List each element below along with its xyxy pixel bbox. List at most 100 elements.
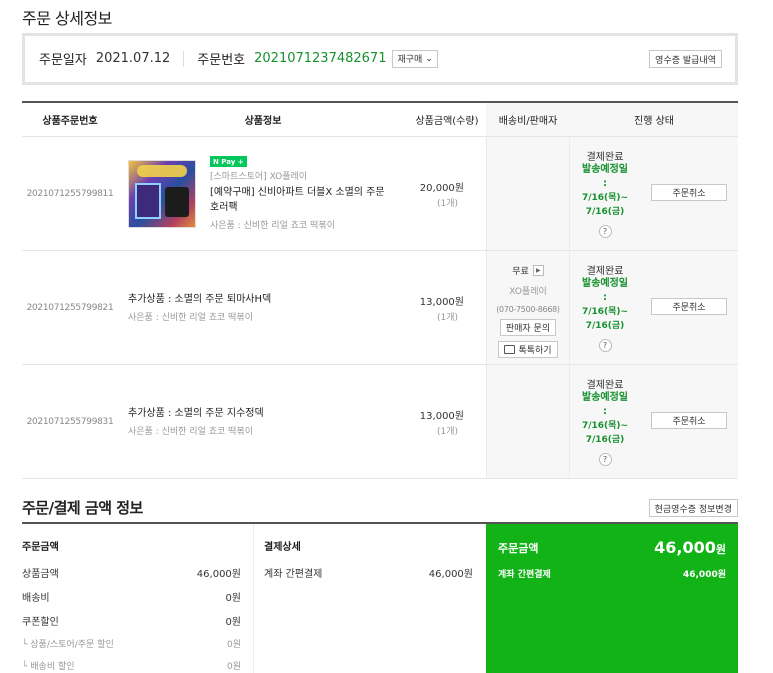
chevron-down-icon: ⌄	[425, 53, 433, 64]
price: 20,000원	[419, 182, 464, 194]
seller-inquiry-button[interactable]: 판매자 문의	[499, 319, 557, 336]
status-text: 결제완료	[586, 152, 624, 163]
shipping-cell	[486, 365, 570, 478]
payment-method-row: 계좌 간편결제 46,000원	[264, 565, 473, 580]
total-amount-unit: 원	[715, 543, 726, 556]
help-icon[interactable]: ?	[598, 453, 612, 466]
gift-info: 사은품 : 신비한 리얼 쵸코 떡볶이	[128, 313, 253, 323]
price-cell: 13,000원 (1개)	[408, 251, 486, 364]
cancel-order-button[interactable]: 주문취소	[651, 298, 727, 315]
chat-icon	[504, 345, 516, 354]
npay-badge: N Pay +	[210, 156, 247, 167]
amount-label: 배송비	[22, 593, 50, 604]
product-info: 추가상품 : 소멸의 주문 퇴마사H덱 사은품 : 신비한 리얼 쵸코 떡볶이	[118, 251, 408, 364]
order-number-label: 주문번호	[197, 53, 246, 68]
order-date-label: 주문일자	[39, 53, 87, 68]
colon: :	[603, 406, 607, 417]
colon: :	[603, 292, 607, 303]
amount-value: 0원	[226, 662, 241, 672]
quantity: (1개)	[436, 426, 458, 437]
table-row: 2021071255799821 추가상품 : 소멸의 주문 퇴마사H덱 사은품…	[22, 251, 738, 365]
status-cell: 결제완료 발송예정일 : 7/16(목)~ 7/16(금) ? 주문취소	[570, 137, 738, 250]
product-name[interactable]: 추가상품 : 소멸의 주문 지수정덱	[128, 406, 264, 421]
price: 13,000원	[419, 410, 464, 422]
quantity: (1개)	[436, 312, 458, 323]
price-cell: 20,000원 (1개)	[408, 137, 486, 250]
help-icon[interactable]: ?	[598, 225, 612, 238]
payment-details-heading: 결제상세	[264, 542, 301, 553]
amount-label: 상품금액	[22, 569, 59, 580]
status-cell: 결제완료 발송예정일 : 7/16(목)~ 7/16(금) ? 주문취소	[570, 251, 738, 364]
cash-receipt-button[interactable]: 현금영수증 정보변경	[648, 499, 738, 517]
shipping-fee-text: 무료	[512, 267, 529, 277]
order-date: 2021.07.12	[95, 51, 171, 66]
ship-dates: 7/16(목)~ 7/16(금)	[581, 307, 629, 331]
ship-date-label: 발송예정일	[582, 278, 628, 289]
cancel-order-button[interactable]: 주문취소	[651, 184, 727, 201]
payment-method: 계좌 간편결제	[264, 569, 323, 580]
amount-value: 0원	[225, 593, 241, 604]
product-order-id: 2021071255799811	[26, 188, 114, 199]
total-panel: 주문금액 46,000원 계좌 간편결제 46,000원	[486, 524, 738, 673]
amount-row: 상품금액 46,000원	[22, 565, 241, 580]
arrow-right-icon[interactable]: ▶	[532, 265, 544, 276]
reorder-button[interactable]: 재구매 ⌄	[392, 49, 438, 68]
payment-details-column: 결제상세 계좌 간편결제 46,000원	[254, 524, 486, 673]
total-method: 계좌 간편결제	[498, 570, 551, 580]
amount-row: 쿠폰할인 0원	[22, 613, 241, 628]
payment-section-title: 주문/결제 금액 정보	[22, 499, 143, 517]
amount-label: 쿠폰할인	[22, 617, 59, 628]
gift-info: 사은품 : 신비한 리얼 쵸코 떡볶이	[210, 221, 335, 231]
status-cell: 결제완료 발송예정일 : 7/16(목)~ 7/16(금) ? 주문취소	[570, 365, 738, 478]
amount-subrow: └ 배송비 할인 0원	[22, 659, 241, 672]
product-thumbnail[interactable]	[128, 159, 196, 228]
product-name[interactable]: [예약구매] 신비아파트 더블X 소멸의 주문 호러팩	[210, 185, 390, 215]
order-amount-heading: 주문금액	[22, 542, 59, 553]
total-amount-value: 46,000	[654, 538, 716, 557]
colon: :	[603, 178, 607, 189]
payment-amount: 46,000원	[428, 569, 473, 580]
shipping-fee: 무료 ▶	[512, 264, 544, 277]
col-header-order-id: 상품주문번호	[42, 116, 98, 127]
receipt-history-button[interactable]: 영수증 발급내역	[649, 50, 722, 68]
page-title: 주문 상세정보	[22, 9, 112, 28]
total-amount: 46,000원	[654, 538, 726, 557]
table-row: 2021071255799831 추가상품 : 소멸의 주문 지수정덱 사은품 …	[22, 365, 738, 479]
product-info: 추가상품 : 소멸의 주문 지수정덱 사은품 : 신비한 리얼 쵸코 떡볶이	[118, 365, 408, 478]
talktalk-label: 톡톡하기	[518, 346, 552, 356]
table-row: 2021071255799811 N Pay + [스마트스토어] XO플레이 …	[22, 137, 738, 251]
price: 13,000원	[419, 296, 464, 308]
col-header-product: 상품정보	[244, 116, 282, 127]
col-header-shipping: 배송비/판매자	[486, 103, 570, 136]
total-method-amount: 46,000원	[682, 570, 726, 580]
amount-value: 0원	[226, 640, 241, 650]
product-info: N Pay + [스마트스토어] XO플레이 [예약구매] 신비아파트 더블X …	[118, 137, 408, 250]
total-label: 주문금액	[498, 541, 539, 555]
seller-info: 무료 ▶ XO플레이 (070-7500-8668) 판매자 문의 톡톡하기	[486, 251, 570, 358]
gift-info: 사은품 : 신비한 리얼 쵸코 떡볶이	[128, 427, 253, 437]
seller-phone: (070-7500-8668)	[496, 305, 560, 314]
total-header: 주문금액 46,000원	[498, 538, 726, 557]
status-text: 결제완료	[586, 380, 624, 391]
seller-name[interactable]: XO플레이	[509, 284, 547, 297]
amount-row: 배송비 0원	[22, 589, 241, 604]
amount-value: 46,000원	[196, 569, 241, 580]
ship-dates: 7/16(목)~ 7/16(금)	[581, 193, 629, 217]
cancel-order-button[interactable]: 주문취소	[651, 412, 727, 429]
total-method-row: 계좌 간편결제 46,000원	[498, 567, 726, 580]
col-header-price: 상품금액(수량)	[415, 116, 479, 127]
product-name[interactable]: 추가상품 : 소멸의 주문 퇴마사H덱	[128, 292, 271, 307]
reorder-label: 재구매	[397, 55, 423, 65]
store-name[interactable]: [스마트스토어] XO플레이	[210, 169, 390, 182]
order-items-table: 상품주문번호 상품정보 상품금액(수량) 배송비/판매자 진행 상태 20210…	[22, 101, 738, 479]
ship-dates: 7/16(목)~ 7/16(금)	[581, 421, 629, 445]
help-icon[interactable]: ?	[598, 339, 612, 352]
status-text: 결제완료	[586, 266, 624, 277]
product-order-id: 2021071255799821	[26, 302, 114, 313]
talktalk-button[interactable]: 톡톡하기	[498, 341, 558, 358]
quantity: (1개)	[436, 198, 458, 209]
amount-subrow: └ 상품/스토어/주문 할인 0원	[22, 637, 241, 650]
price-cell: 13,000원 (1개)	[408, 365, 486, 478]
table-header: 상품주문번호 상품정보 상품금액(수량) 배송비/판매자 진행 상태	[22, 103, 738, 137]
shipping-cell	[486, 137, 570, 250]
